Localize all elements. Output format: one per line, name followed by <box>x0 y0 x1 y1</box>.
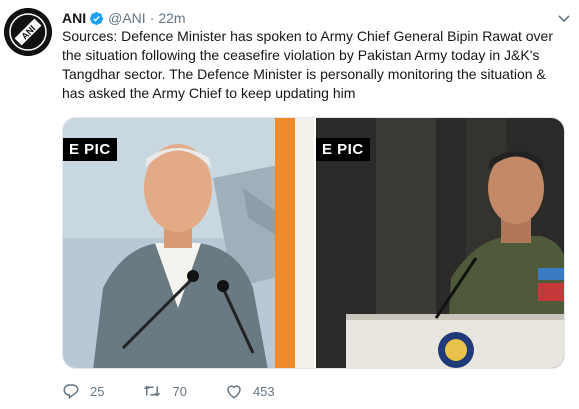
separator-dot: · <box>149 10 155 26</box>
reply-icon <box>63 384 79 400</box>
file-pic-label: E PIC <box>316 138 370 161</box>
verified-badge-icon <box>89 11 104 26</box>
tweet-card[interactable]: ANI ANI @ANI · 22m Sources: Defence Mini… <box>0 0 579 409</box>
more-options-chevron-down-icon[interactable] <box>557 12 571 26</box>
avatar[interactable]: ANI <box>4 8 52 56</box>
tweet-timestamp[interactable]: 22m <box>158 10 185 26</box>
like-button[interactable]: 453 <box>225 382 275 400</box>
ani-logo-icon: ANI <box>4 8 52 56</box>
retweet-count: 70 <box>172 383 187 399</box>
retweet-icon <box>144 385 161 397</box>
tweet-actions: 25 70 453 <box>62 380 313 402</box>
like-count: 453 <box>252 383 275 399</box>
reply-button[interactable]: 25 <box>62 382 104 400</box>
author-name[interactable]: ANI <box>62 10 86 26</box>
media-photo-army-chief[interactable]: E PIC <box>316 118 564 368</box>
heart-icon <box>227 385 241 399</box>
media-grid: E PIC E PIC <box>62 117 565 369</box>
media-photo-defence-minister[interactable]: E PIC <box>63 118 316 368</box>
retweet-button[interactable]: 70 <box>142 382 187 400</box>
tweet-header: ANI @ANI · 22m <box>62 8 549 28</box>
author-handle[interactable]: @ANI <box>108 10 146 26</box>
file-pic-label: E PIC <box>63 138 117 161</box>
reply-count: 25 <box>90 383 105 399</box>
tweet-text: Sources: Defence Minister has spoken to … <box>62 28 554 101</box>
